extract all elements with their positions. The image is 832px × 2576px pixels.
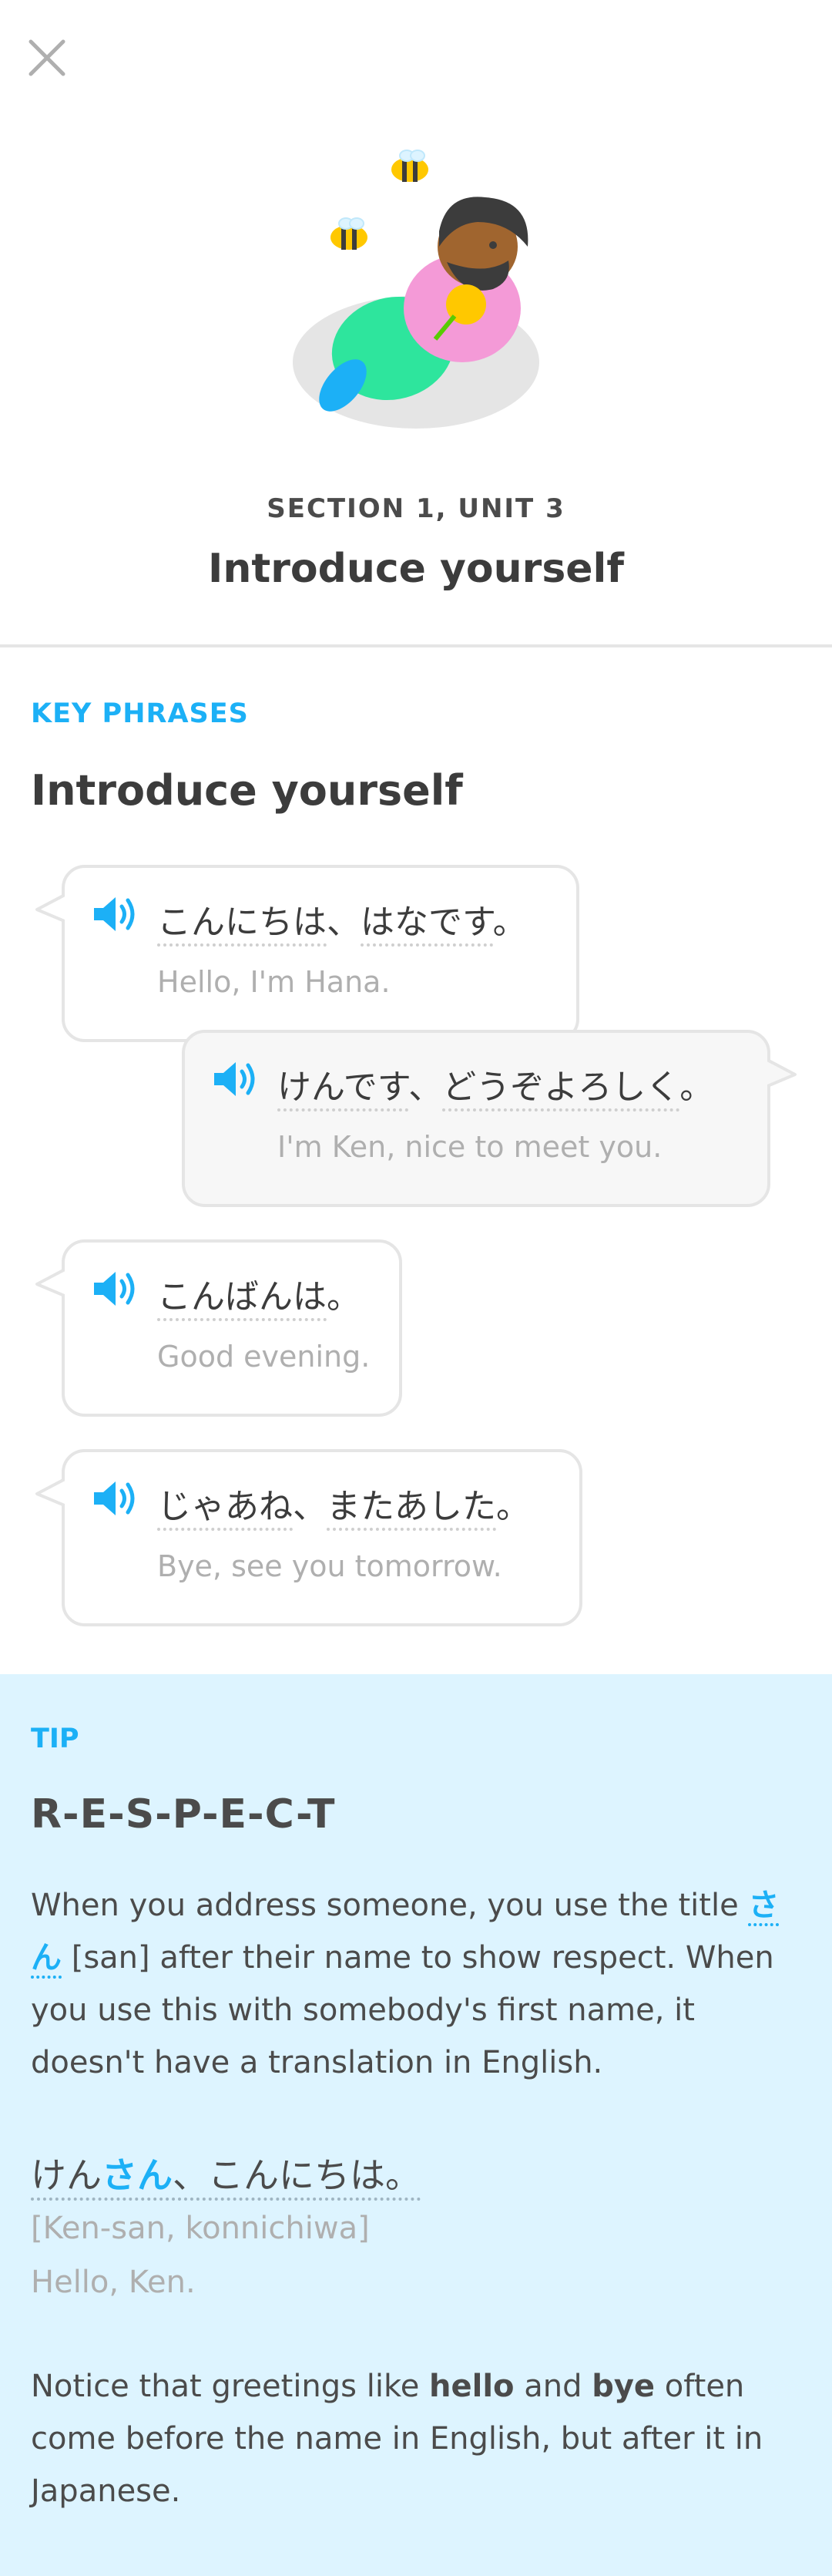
bubble-tail — [767, 1058, 797, 1087]
divider — [0, 644, 832, 647]
example-highlight: さん — [102, 2154, 173, 2196]
character-with-bees-illustration — [293, 150, 539, 429]
phrase-punct: 。 — [679, 1068, 714, 1107]
tip-paragraph: Notice that greetings like hello and bye… — [31, 2360, 786, 2517]
speaker-icon[interactable] — [91, 1269, 139, 1309]
key-phrases-label: KEY PHRASES — [31, 698, 249, 729]
example-text: 、こんにちは。 — [173, 2154, 421, 2196]
phrase-japanese[interactable]: こんにちは、はなです。 — [157, 894, 527, 947]
tip-text: and — [514, 2369, 592, 2404]
phrase-bubble: こんばんは。 Good evening. — [35, 1239, 402, 1417]
example-word[interactable]: けんさん、こんにちは。 — [31, 2154, 421, 2201]
phrase-japanese[interactable]: こんばんは。 — [157, 1269, 361, 1321]
speaker-icon[interactable] — [91, 1478, 139, 1518]
phrase-japanese[interactable]: じゃあね、またあした。 — [157, 1478, 530, 1531]
tip-text: Notice that greetings like — [31, 2369, 430, 2404]
phrase-word[interactable]: どうぞよろしく — [442, 1068, 680, 1111]
bubble-tail — [35, 1477, 65, 1506]
close-icon — [29, 39, 65, 76]
speaker-icon[interactable] — [91, 894, 139, 934]
example-text: けん — [31, 2154, 102, 2196]
example-japanese[interactable]: けんさん、こんにちは。 — [31, 2147, 421, 2201]
phrase-translation: Bye, see you tomorrow. — [157, 1549, 502, 1583]
phrase-translation: Hello, I'm Hana. — [157, 965, 391, 999]
tip-bold: hello — [429, 2369, 515, 2404]
phrase-bubble: けんです、どうぞよろしく。 I'm Ken, nice to meet you. — [182, 1030, 797, 1207]
phrase-bubble: じゃあね、またあした。 Bye, see you tomorrow. — [35, 1449, 582, 1626]
phrase-translation: I'm Ken, nice to meet you. — [277, 1130, 663, 1164]
phrase-punct: 。 — [496, 1487, 530, 1526]
section-label: SECTION 1, UNIT 3 — [267, 493, 565, 524]
tip-text: [san] after their name to show respect. … — [31, 1940, 774, 2080]
bubble-tail — [35, 1267, 65, 1296]
tip-bold: bye — [592, 2369, 656, 2404]
phrase-word[interactable]: けんです — [277, 1068, 409, 1111]
unit-illustration — [0, 131, 832, 455]
phrase-word[interactable]: はなです — [361, 903, 493, 947]
phrase-word[interactable]: こんばんは — [157, 1277, 327, 1321]
phrase-japanese[interactable]: けんです、どうぞよろしく。 — [277, 1059, 714, 1111]
speaker-icon[interactable] — [211, 1059, 259, 1099]
tip-title: R-E-S-P-E-C-T — [31, 1791, 336, 1838]
phrase-punct: 、 — [327, 903, 361, 942]
phrase-punct: 、 — [293, 1487, 327, 1526]
phrase-punct: 。 — [492, 903, 527, 942]
phrase-word[interactable]: じゃあね — [157, 1487, 293, 1531]
phrase-word[interactable]: またあした — [327, 1487, 496, 1531]
tip-section: TIP R-E-S-P-E-C-T When you address someo… — [0, 1674, 832, 2576]
example-romaji: [Ken-san, konnichiwa] — [31, 2211, 370, 2246]
tip-text: When you address someone, you use the ti… — [31, 1888, 749, 1923]
bubble-tail — [35, 893, 65, 922]
tip-label: TIP — [31, 1723, 79, 1754]
example-translation: Hello, Ken. — [31, 2265, 196, 2300]
unit-title: Introduce yourself — [208, 546, 624, 592]
key-phrases-title: Introduce yourself — [31, 766, 463, 815]
phrase-punct: 。 — [327, 1277, 361, 1317]
phrase-translation: Good evening. — [157, 1340, 371, 1374]
close-button[interactable] — [23, 34, 71, 82]
phrase-punct: 、 — [408, 1068, 443, 1107]
tip-paragraph: When you address someone, you use the ti… — [31, 1879, 786, 2089]
phrase-word[interactable]: こんにちは — [157, 903, 327, 947]
phrase-bubble: こんにちは、はなです。 Hello, I'm Hana. — [35, 865, 579, 1042]
